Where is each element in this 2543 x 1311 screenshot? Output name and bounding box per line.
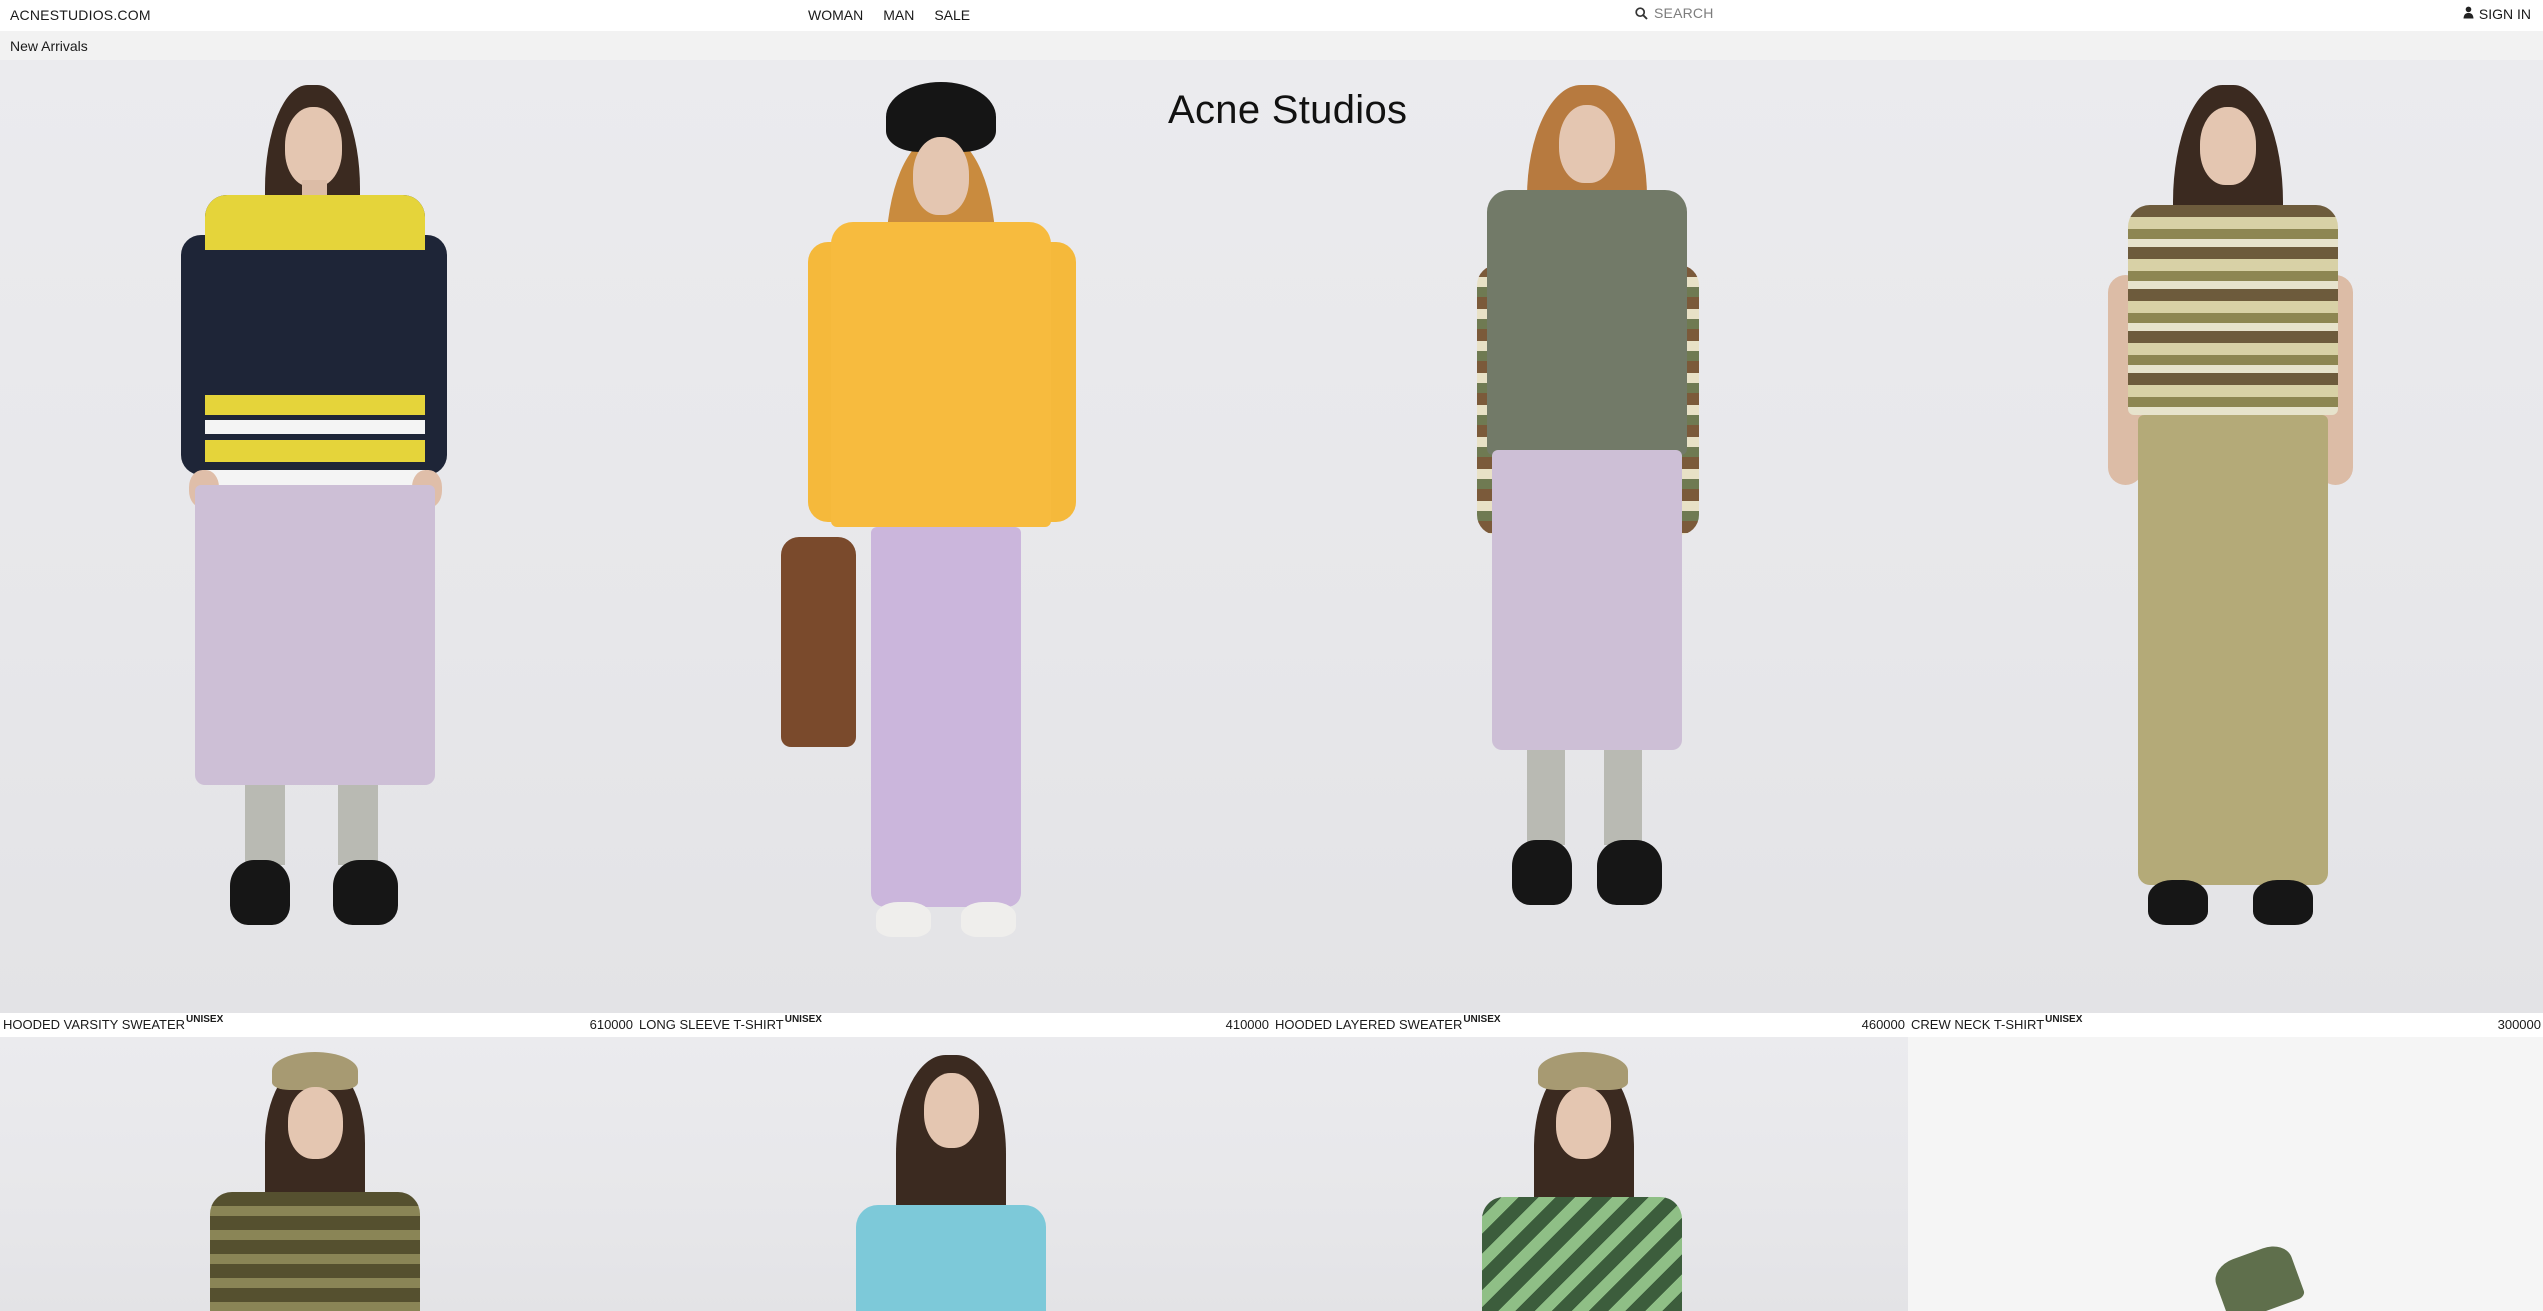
product-image[interactable]	[1272, 60, 1908, 1013]
product-card[interactable]: LONG SLEEVE T-SHIRTUNISEX 410000	[636, 60, 1272, 1035]
product-info[interactable]: HOODED LAYERED SWEATERUNISEX 460000	[1272, 1013, 1908, 1035]
product-title: LONG SLEEVE T-SHIRT	[639, 1017, 784, 1032]
product-card[interactable]	[1908, 1037, 2543, 1311]
breadcrumb-bar: New Arrivals	[0, 31, 2543, 60]
model-figure	[1447, 85, 1727, 1005]
model-figure	[1472, 1052, 1702, 1311]
model-figure	[836, 1055, 1066, 1311]
product-card[interactable]	[636, 1037, 1272, 1311]
product-info[interactable]: HOODED VARSITY SWEATERUNISEX 610000	[0, 1013, 636, 1035]
unisex-tag: UNISEX	[2045, 1014, 2083, 1025]
product-card[interactable]	[0, 1037, 636, 1311]
product-image[interactable]	[636, 1037, 1272, 1311]
product-price: 300000	[2497, 1017, 2541, 1032]
product-price: 410000	[1225, 1017, 1269, 1032]
model-figure	[175, 85, 455, 1005]
breadcrumb[interactable]: New Arrivals	[10, 38, 88, 54]
brand-logo[interactable]: Acne Studios	[1168, 88, 1407, 133]
site-name-link[interactable]: ACNESTUDIOS.COM	[10, 7, 151, 23]
product-item	[2210, 1240, 2306, 1311]
unisex-tag: UNISEX	[186, 1014, 224, 1025]
product-title: HOODED LAYERED SWEATER	[1275, 1017, 1463, 1032]
model-figure	[2103, 85, 2363, 1005]
model-figure	[210, 1052, 430, 1311]
top-header: ACNESTUDIOS.COM WOMAN MAN SALE SEARCH SI…	[0, 0, 2543, 31]
main-nav: WOMAN MAN SALE	[808, 7, 970, 23]
search-icon	[1635, 6, 1648, 20]
product-card[interactable]: HOODED VARSITY SWEATERUNISEX 610000	[0, 60, 636, 1035]
nav-man[interactable]: MAN	[883, 7, 914, 23]
user-icon	[2463, 6, 2474, 22]
product-card[interactable]: HOODED LAYERED SWEATERUNISEX 460000	[1272, 60, 1908, 1035]
search-placeholder: SEARCH	[1654, 5, 1714, 21]
product-info[interactable]: CREW NECK T-SHIRTUNISEX 300000	[1908, 1013, 2543, 1035]
model-figure	[781, 82, 1091, 1002]
nav-sale[interactable]: SALE	[934, 7, 970, 23]
unisex-tag: UNISEX	[784, 1014, 822, 1025]
product-card[interactable]	[1272, 1037, 1908, 1311]
product-image[interactable]	[1908, 60, 2543, 1013]
nav-woman[interactable]: WOMAN	[808, 7, 863, 23]
product-card[interactable]: CREW NECK T-SHIRTUNISEX 300000	[1908, 60, 2543, 1035]
product-title: CREW NECK T-SHIRT	[1911, 1017, 2045, 1032]
product-image[interactable]	[1272, 1037, 1908, 1311]
search-field[interactable]: SEARCH	[1635, 5, 1714, 21]
sign-in-label: SIGN IN	[2478, 6, 2531, 22]
sign-in-link[interactable]: SIGN IN	[2463, 6, 2531, 22]
product-price: 610000	[589, 1017, 633, 1032]
product-image[interactable]	[0, 1037, 636, 1311]
product-title: HOODED VARSITY SWEATER	[3, 1017, 186, 1032]
product-image[interactable]	[1908, 1037, 2543, 1311]
product-image[interactable]	[636, 60, 1272, 1013]
product-image[interactable]	[0, 60, 636, 1013]
product-price: 460000	[1861, 1017, 1905, 1032]
unisex-tag: UNISEX	[1463, 1014, 1501, 1025]
product-info[interactable]: LONG SLEEVE T-SHIRTUNISEX 410000	[636, 1013, 1272, 1035]
